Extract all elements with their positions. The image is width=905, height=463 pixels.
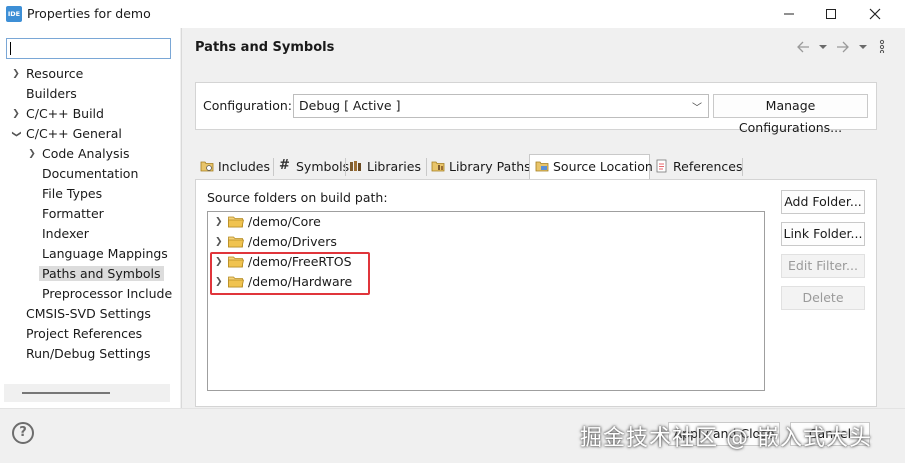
help-icon[interactable]: ? (12, 422, 34, 444)
sidebar-item-code-analysis[interactable]: ❯ Code Analysis (28, 144, 130, 164)
source-folder-icon (535, 161, 549, 172)
sidebar-item-label: Formatter (42, 206, 104, 221)
sidebar-item-label: C/C++ Build (26, 106, 104, 121)
source-folders-label: Source folders on build path: (207, 190, 388, 205)
back-arrow-icon[interactable] (796, 40, 810, 54)
tab-label: Symbols (296, 159, 350, 174)
sidebar-item-project-references[interactable]: Project References (26, 324, 142, 344)
horizontal-scrollbar[interactable] (4, 384, 170, 402)
hash-icon: # (279, 158, 290, 173)
link-folder-button[interactable]: Link Folder... (781, 222, 865, 246)
sidebar-item-label: Project References (26, 326, 143, 341)
sidebar-item-paths-and-symbols[interactable]: Paths and Symbols (39, 264, 164, 284)
libraries-icon (350, 161, 361, 171)
sidebar-item-label: Preprocessor Include (42, 286, 173, 301)
chevron-down-icon[interactable]: ❯ (6, 129, 26, 139)
sidebar-item-file-types[interactable]: File Types (42, 184, 102, 204)
chevron-right-icon[interactable]: ❯ (215, 232, 223, 252)
app-icon: IDE (6, 6, 22, 22)
tab-references[interactable]: References (650, 155, 742, 179)
title-bar: IDE Properties for demo (0, 0, 905, 28)
sidebar-item-label: Documentation (42, 166, 139, 181)
tab-label: Library Paths (449, 159, 531, 174)
chevron-right-icon[interactable]: ❯ (27, 144, 37, 164)
chevron-right-icon[interactable]: ❯ (11, 104, 21, 124)
tab-libraries[interactable]: Libraries (345, 155, 425, 179)
add-folder-button[interactable]: Add Folder... (781, 190, 865, 214)
maximize-icon (826, 9, 836, 19)
sidebar-item-cpp-general[interactable]: ❯ C/C++ General (11, 124, 122, 144)
configuration-value: Debug [ Active ] (299, 98, 401, 113)
folder-icon (228, 236, 244, 248)
sidebar-item-resource[interactable]: ❯ Resource (12, 64, 84, 84)
highlight-annotation (210, 252, 370, 295)
sidebar-item-preprocessor-include[interactable]: Preprocessor Include (42, 284, 172, 304)
sidebar-item-label: CMSIS-SVD Settings (26, 306, 151, 321)
sidebar-item-label: C/C++ General (26, 126, 122, 141)
dropdown-icon[interactable] (858, 40, 868, 54)
footer-divider (0, 408, 905, 409)
delete-button[interactable]: Delete (781, 286, 865, 310)
close-icon (869, 8, 881, 20)
window-title: Properties for demo (27, 6, 151, 21)
configuration-label: Configuration: (203, 98, 292, 113)
tab-label: Source Location (553, 159, 653, 174)
includes-icon (200, 161, 214, 172)
sidebar-item-cmsis-svd-settings[interactable]: CMSIS-SVD Settings (26, 304, 151, 324)
tab-library-paths[interactable]: Library Paths (426, 155, 531, 179)
sidebar-item-label: Resource (26, 66, 84, 81)
maximize-button[interactable] (808, 0, 854, 28)
tab-source-location[interactable]: Source Location (529, 154, 653, 180)
sidebar-item-builders[interactable]: Builders (26, 84, 77, 104)
filter-input[interactable] (6, 38, 171, 59)
minimize-icon (784, 13, 794, 15)
sidebar-item-cpp-build[interactable]: ❯ C/C++ Build (12, 104, 104, 124)
minimize-button[interactable] (766, 0, 812, 28)
scrollbar-thumb[interactable] (22, 392, 110, 394)
page-title: Paths and Symbols (195, 40, 335, 55)
watermark: 掘金技术社区 @ 嵌入式大头 (580, 426, 872, 451)
close-button[interactable] (852, 0, 898, 28)
sidebar-item-label: Run/Debug Settings (26, 346, 151, 361)
sidebar-item-formatter[interactable]: Formatter (42, 204, 104, 224)
edit-filter-button[interactable]: Edit Filter... (781, 254, 865, 278)
chevron-down-icon: ﹀ (692, 103, 702, 114)
sidebar-item-label: Language Mappings (42, 246, 168, 261)
folder-path: /demo/Core (248, 214, 321, 229)
library-paths-icon (431, 161, 445, 172)
pane-divider[interactable] (181, 28, 182, 408)
tab-separator (742, 158, 743, 176)
text-caret (10, 42, 11, 55)
tab-label: References (673, 159, 743, 174)
tab-includes[interactable]: Includes (195, 155, 273, 179)
sidebar-item-label: Paths and Symbols (39, 266, 164, 281)
tab-symbols[interactable]: # Symbols (273, 155, 349, 179)
sidebar-item-label: Code Analysis (42, 146, 130, 161)
manage-configurations-button[interactable]: Manage Configurations... (713, 94, 868, 135)
sidebar-item-label: File Types (42, 186, 103, 201)
references-icon (656, 159, 667, 173)
menu-dots-icon[interactable] (878, 39, 886, 53)
sidebar-item-label: Indexer (42, 226, 89, 241)
folder-icon (228, 216, 244, 228)
sidebar-item-language-mappings[interactable]: Language Mappings (42, 244, 168, 264)
chevron-right-icon[interactable]: ❯ (215, 212, 223, 232)
dropdown-icon[interactable] (818, 40, 828, 54)
forward-arrow-icon[interactable] (836, 40, 850, 54)
tab-label: Libraries (367, 159, 421, 174)
sidebar-item-run-debug-settings[interactable]: Run/Debug Settings (26, 344, 151, 364)
tab-label: Includes (218, 159, 271, 174)
configuration-select[interactable]: Debug [ Active ] ﹀ (293, 94, 709, 118)
folder-path: /demo/Drivers (248, 234, 337, 249)
sidebar-item-label: Builders (26, 86, 77, 101)
sidebar-item-documentation[interactable]: Documentation (42, 164, 138, 184)
chevron-right-icon[interactable]: ❯ (11, 64, 21, 84)
sidebar: ❯ Resource Builders ❯ C/C++ Build ❯ C/C+… (0, 28, 180, 408)
sidebar-item-indexer[interactable]: Indexer (42, 224, 89, 244)
